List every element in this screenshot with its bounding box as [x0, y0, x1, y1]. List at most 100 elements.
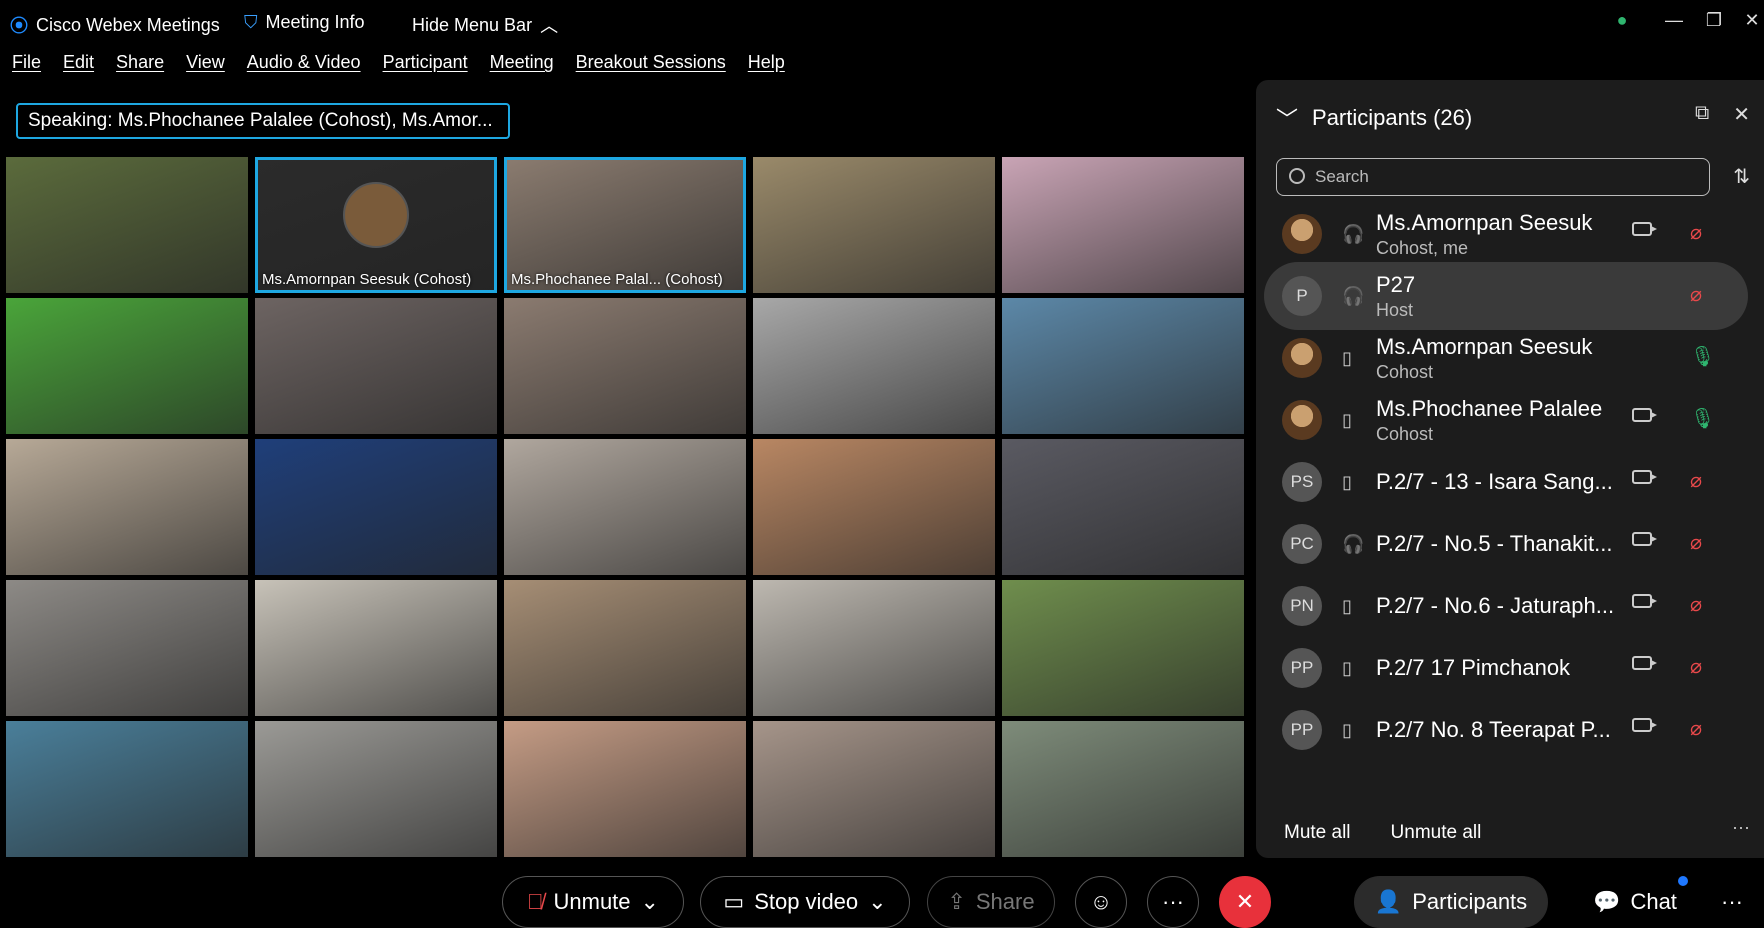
- mic-icon[interactable]: 🎙: [1690, 344, 1715, 369]
- mic-muted-icon: 🎙̸: [527, 889, 544, 914]
- video-tile[interactable]: [504, 580, 746, 716]
- video-tile[interactable]: [753, 439, 995, 575]
- video-tile[interactable]: [6, 439, 248, 575]
- participant-row[interactable]: PS ▯ P.2/7 - 13 - Isara Sang... ⌀: [1264, 448, 1748, 516]
- chat-label: Chat: [1630, 889, 1677, 914]
- avatar: PS: [1282, 462, 1322, 502]
- video-tile[interactable]: [6, 580, 248, 716]
- video-tile[interactable]: [255, 721, 497, 857]
- menu-participant[interactable]: Participant: [383, 52, 468, 82]
- stop-video-button[interactable]: ▭ Stop video ⌄: [700, 876, 910, 928]
- participants-panel-header[interactable]: ﹀ Participants (26): [1276, 102, 1472, 134]
- chevron-down-icon[interactable]: ﹀: [1276, 102, 1298, 134]
- video-tile[interactable]: [504, 721, 746, 857]
- mute-all-button[interactable]: Mute all: [1284, 822, 1351, 844]
- reactions-button[interactable]: ☺: [1075, 876, 1127, 928]
- video-tile[interactable]: [6, 157, 248, 293]
- participant-row[interactable]: PN ▯ P.2/7 - No.6 - Jaturaph... ⌀: [1264, 572, 1748, 640]
- video-tile[interactable]: [753, 580, 995, 716]
- mic-muted-icon[interactable]: ⌀: [1690, 654, 1702, 679]
- mic-muted-icon[interactable]: ⌀: [1690, 282, 1702, 307]
- participant-name: P27: [1376, 272, 1416, 297]
- video-camera-icon[interactable]: [1632, 532, 1657, 546]
- mic-muted-icon[interactable]: ⌀: [1690, 530, 1702, 555]
- video-tile[interactable]: [753, 721, 995, 857]
- menu-help[interactable]: Help: [748, 52, 785, 82]
- participant-row[interactable]: 🎧 Ms.Amornpan Seesuk Cohost, me ⌀: [1264, 208, 1748, 268]
- chat-notification-dot: [1678, 876, 1688, 886]
- video-tile[interactable]: [255, 439, 497, 575]
- video-tile[interactable]: [1002, 721, 1244, 857]
- hide-menu-bar-label: Hide Menu Bar: [412, 14, 533, 35]
- chevron-down-icon[interactable]: ⌄: [868, 889, 886, 915]
- mic-muted-icon[interactable]: ⌀: [1690, 468, 1702, 493]
- video-tile[interactable]: [1002, 580, 1244, 716]
- leave-meeting-button[interactable]: ✕: [1219, 876, 1271, 928]
- close-icon: ✕: [1235, 889, 1255, 914]
- minimize-button[interactable]: —: [1660, 6, 1688, 34]
- restore-button[interactable]: ❐: [1700, 6, 1728, 34]
- menu-file[interactable]: File: [12, 52, 41, 82]
- video-tile[interactable]: [753, 157, 995, 293]
- participants-panel: ﹀ Participants (26) ⧉ ✕ Search ⇅ 🎧 Ms.Amo…: [1256, 80, 1764, 858]
- more-options-button[interactable]: ···: [1147, 876, 1199, 928]
- chevron-up-icon: ︿: [540, 16, 559, 36]
- mic-icon[interactable]: 🎙: [1690, 406, 1715, 431]
- video-camera-icon[interactable]: [1632, 594, 1657, 608]
- participant-row[interactable]: PC 🎧 P.2/7 - No.5 - Thanakit... ⌀: [1264, 510, 1748, 578]
- close-panel-icon[interactable]: ✕: [1733, 102, 1750, 127]
- meeting-controls: 🎙̸ Unmute ⌄ ▭ Stop video ⌄ ⇪ Share ☺ ···…: [0, 870, 1764, 928]
- share-label: Share: [975, 889, 1035, 914]
- avatar: P: [1282, 276, 1322, 316]
- menu-audio-video[interactable]: Audio & Video: [247, 52, 361, 82]
- participant-row[interactable]: ▯ Ms.Phochanee Palalee Cohost 🎙: [1264, 386, 1748, 454]
- sort-icon[interactable]: ⇅: [1733, 164, 1750, 189]
- more-options-icon[interactable]: ···: [1732, 817, 1750, 838]
- video-tile[interactable]: [255, 580, 497, 716]
- participant-search-input[interactable]: Search: [1276, 158, 1710, 196]
- unmute-button[interactable]: 🎙̸ Unmute ⌄: [502, 876, 684, 928]
- video-tile[interactable]: Ms.Phochanee Palal... (Cohost): [504, 157, 746, 293]
- video-tile[interactable]: Ms.Amornpan Seesuk (Cohost): [255, 157, 497, 293]
- mic-muted-icon[interactable]: ⌀: [1690, 592, 1702, 617]
- hide-menu-bar-button[interactable]: Hide Menu Bar ︿: [412, 12, 558, 38]
- video-tile[interactable]: [1002, 298, 1244, 434]
- share-button[interactable]: ⇪ Share: [927, 876, 1055, 928]
- video-tile[interactable]: [255, 298, 497, 434]
- video-tile[interactable]: [504, 439, 746, 575]
- video-camera-icon[interactable]: [1632, 470, 1657, 484]
- participant-name: Ms.Amornpan Seesuk: [1376, 210, 1593, 235]
- menu-edit[interactable]: Edit: [63, 52, 94, 82]
- video-camera-icon[interactable]: [1632, 656, 1657, 670]
- close-window-button[interactable]: ✕: [1738, 6, 1764, 34]
- video-camera-icon[interactable]: [1632, 222, 1657, 236]
- meeting-info-button[interactable]: ⛉ Meeting Info: [244, 12, 365, 33]
- popout-icon[interactable]: ⧉: [1695, 102, 1709, 127]
- mic-muted-icon[interactable]: ⌀: [1690, 716, 1702, 741]
- network-status-icon[interactable]: ●: [1608, 6, 1636, 34]
- video-tile[interactable]: [6, 721, 248, 857]
- more-panels-button[interactable]: ···: [1712, 876, 1752, 928]
- video-tile[interactable]: [6, 298, 248, 434]
- participant-row[interactable]: PP ▯ P.2/7 No. 8 Teerapat P... ⌀: [1264, 696, 1748, 764]
- participants-button[interactable]: 👤 Participants: [1354, 876, 1548, 928]
- menu-meeting[interactable]: Meeting: [490, 52, 554, 82]
- video-tile[interactable]: [1002, 439, 1244, 575]
- menu-breakout-sessions[interactable]: Breakout Sessions: [576, 52, 726, 82]
- video-tile[interactable]: [504, 298, 746, 434]
- participant-row[interactable]: ▯ Ms.Amornpan Seesuk Cohost 🎙: [1264, 324, 1748, 392]
- video-camera-icon[interactable]: [1632, 408, 1657, 422]
- emoji-icon: ☺: [1089, 889, 1113, 914]
- video-tile[interactable]: [1002, 157, 1244, 293]
- chevron-down-icon[interactable]: ⌄: [641, 889, 659, 915]
- title-bar: ⦿ Cisco Webex Meetings ⛉ Meeting Info Hi…: [0, 0, 1764, 48]
- mic-muted-icon[interactable]: ⌀: [1690, 220, 1702, 245]
- video-tile[interactable]: [753, 298, 995, 434]
- unmute-all-button[interactable]: Unmute all: [1391, 822, 1482, 844]
- menu-share[interactable]: Share: [116, 52, 164, 82]
- video-camera-icon[interactable]: [1632, 718, 1657, 732]
- participant-row[interactable]: PP ▯ P.2/7 17 Pimchanok ⌀: [1264, 634, 1748, 702]
- menu-view[interactable]: View: [186, 52, 225, 82]
- participant-row[interactable]: P 🎧 P27 Host ⌀: [1264, 262, 1748, 330]
- stop-video-label: Stop video: [754, 889, 859, 914]
